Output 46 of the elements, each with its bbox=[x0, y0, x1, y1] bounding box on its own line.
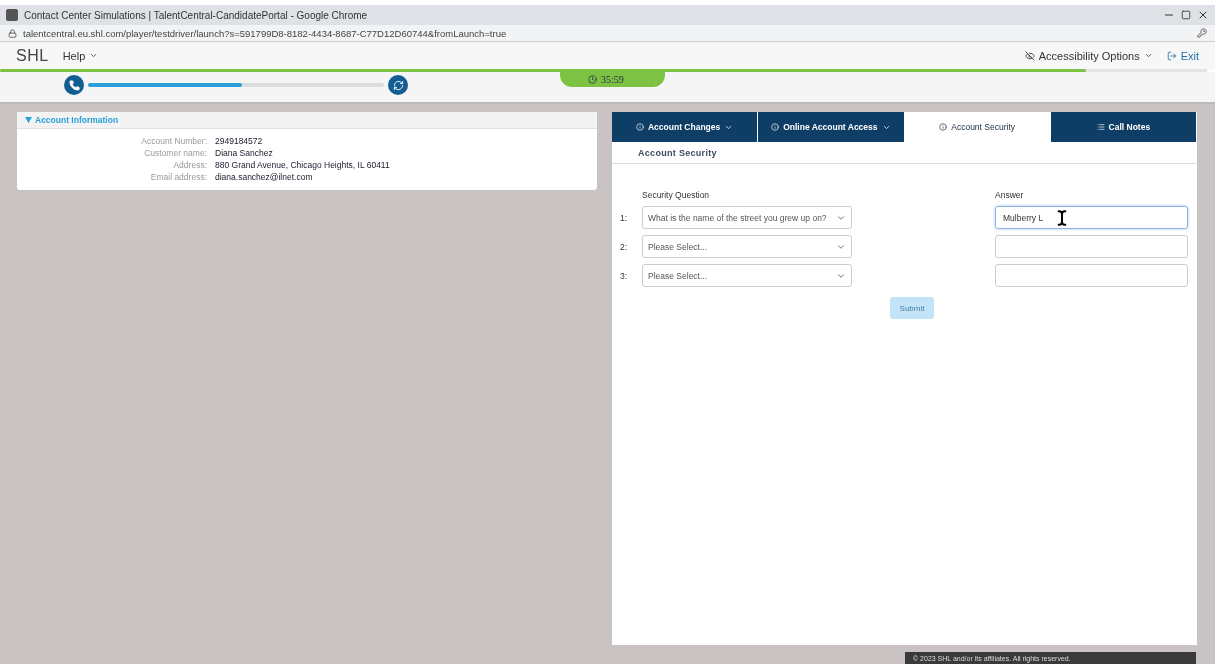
column-header: Security Question bbox=[642, 190, 711, 200]
info-icon bbox=[771, 123, 780, 131]
field-label: Account Number: bbox=[140, 136, 207, 146]
close-icon[interactable] bbox=[1197, 9, 1209, 21]
lock-icon bbox=[8, 28, 17, 38]
question-select[interactable]: Please Select... bbox=[642, 264, 852, 287]
timer-badge: 35:59 bbox=[560, 72, 665, 87]
list-icon bbox=[1096, 123, 1105, 131]
replay-button[interactable] bbox=[388, 75, 408, 95]
field-label: Address: bbox=[172, 160, 207, 170]
field-value: 880 Grand Avenue, Chicago Heights, IL 60411 bbox=[215, 160, 391, 170]
caret-icon bbox=[89, 51, 99, 60]
row-number: 3: bbox=[619, 270, 629, 281]
key-icon bbox=[1197, 28, 1207, 38]
exit-link[interactable]: Exit bbox=[1166, 49, 1199, 62]
field-value: 2949184572 bbox=[215, 136, 264, 146]
accessibility-menu[interactable]: Accessibility Options bbox=[1024, 49, 1153, 62]
answer-field[interactable] bbox=[995, 264, 1188, 287]
tab[interactable]: Online Account Access bbox=[758, 112, 905, 142]
answer-field[interactable] bbox=[995, 235, 1188, 258]
logo: SHL bbox=[16, 46, 49, 65]
question-select[interactable]: What is the name of the street you grew up on? bbox=[642, 206, 852, 229]
field-label: Email address: bbox=[149, 172, 207, 182]
info-icon bbox=[636, 123, 644, 131]
question-select[interactable]: Please Select... bbox=[642, 235, 852, 258]
exit-icon bbox=[1166, 50, 1177, 61]
field-label: Customer name: bbox=[143, 148, 207, 158]
row-number: 2: bbox=[619, 241, 629, 252]
caret-icon bbox=[1143, 51, 1153, 60]
tab[interactable]: Call Notes bbox=[1050, 112, 1197, 142]
eye-off-icon bbox=[1024, 50, 1035, 61]
column-header: Answer bbox=[995, 190, 1025, 200]
refresh-icon bbox=[392, 79, 404, 91]
info-icon bbox=[939, 123, 948, 131]
row-number: 1: bbox=[619, 212, 629, 223]
section-title: Account Security bbox=[612, 142, 1197, 164]
field-value: Diana Sanchez bbox=[215, 148, 274, 158]
tab[interactable]: Account Changes bbox=[612, 112, 759, 142]
app-icon bbox=[6, 9, 18, 21]
maximize-icon[interactable] bbox=[1181, 10, 1191, 20]
card-title: Account Information bbox=[35, 115, 119, 125]
window-title: Contact Center Simulations | TalentCentral-CandidatePortal - Google Chrome bbox=[24, 9, 368, 21]
field-value: diana.sanchez@ilnet.com bbox=[215, 172, 314, 182]
answer-field[interactable]: Mulberry L bbox=[995, 206, 1188, 229]
help-menu[interactable]: Help bbox=[62, 49, 99, 62]
phone-icon bbox=[64, 75, 84, 95]
